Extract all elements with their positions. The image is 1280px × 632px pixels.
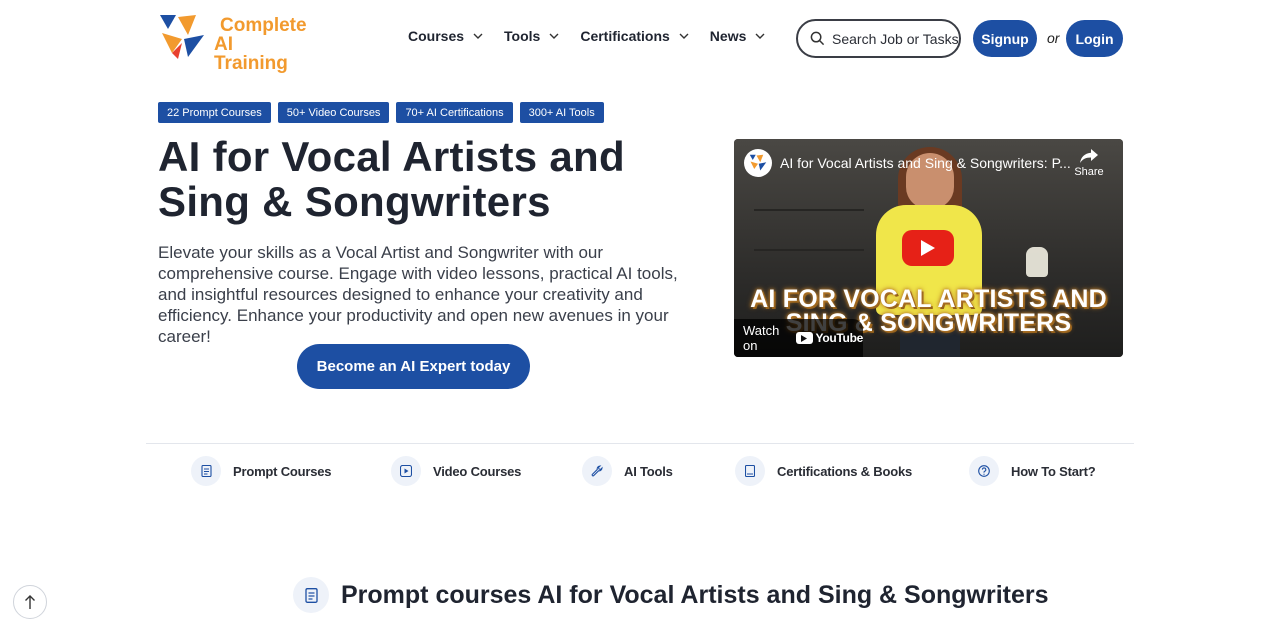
badge-prompt-courses[interactable]: 22 Prompt Courses — [158, 102, 271, 123]
quick-link-label: How To Start? — [1011, 463, 1096, 479]
hero-description: Elevate your skills as a Vocal Artist an… — [158, 243, 678, 346]
logo-mark-icon — [160, 15, 204, 59]
chevron-down-icon — [549, 33, 559, 39]
watch-on-youtube[interactable]: Watch on YouTube — [734, 319, 863, 357]
page-title: AI for Vocal Artists and Sing & Songwrit… — [158, 133, 625, 225]
video-title[interactable]: AI for Vocal Artists and Sing & Songwrit… — [780, 155, 1080, 171]
search-input[interactable]: Search Job or Tasks — [796, 19, 961, 58]
quick-link-label: Prompt Courses — [233, 463, 332, 479]
quick-link-label: Certifications & Books — [777, 463, 913, 479]
search-placeholder: Search Job or Tasks — [832, 30, 959, 47]
login-button[interactable]: Login — [1066, 20, 1123, 57]
quick-link-prompt-courses[interactable]: Prompt Courses — [191, 456, 332, 486]
question-icon — [969, 456, 999, 486]
logo[interactable]: Complete AI Training — [158, 13, 308, 73]
youtube-wordmark: YouTube — [815, 331, 864, 345]
thumbnail-lamp — [1026, 247, 1048, 277]
nav-news[interactable]: News — [710, 28, 767, 44]
or-text: or — [1047, 30, 1060, 46]
youtube-play-icon — [795, 332, 813, 344]
badge-video-courses[interactable]: 50+ Video Courses — [277, 102, 390, 123]
youtube-logo: YouTube — [795, 331, 864, 345]
section-heading: Prompt courses AI for Vocal Artists and … — [293, 577, 1049, 613]
play-icon — [391, 456, 421, 486]
chevron-down-icon — [473, 33, 483, 39]
scroll-to-top-button[interactable] — [13, 585, 47, 619]
become-expert-button[interactable]: Become an AI Expert today — [297, 344, 530, 389]
quick-link-video-courses[interactable]: Video Courses — [391, 456, 521, 486]
chevron-down-icon — [679, 33, 689, 39]
channel-logo-icon — [749, 154, 767, 171]
nav-courses[interactable]: Courses — [408, 28, 484, 44]
nav-courses-label: Courses — [408, 28, 465, 44]
badge-ai-tools[interactable]: 300+ AI Tools — [519, 102, 604, 123]
document-icon — [191, 456, 221, 486]
video-embed[interactable]: AI for Vocal Artists and Sing & Songwrit… — [734, 139, 1123, 357]
share-icon — [1080, 149, 1098, 163]
play-button[interactable] — [902, 230, 954, 266]
site-header: Complete AI Training Courses Tools Certi… — [0, 0, 1280, 80]
channel-avatar[interactable] — [744, 149, 772, 177]
watch-on-label: Watch on — [743, 323, 780, 353]
quick-link-ai-tools[interactable]: AI Tools — [582, 456, 673, 486]
nav-certifications-label: Certifications — [580, 28, 670, 44]
nav-certifications[interactable]: Certifications — [580, 28, 689, 44]
signup-button[interactable]: Signup — [973, 20, 1037, 57]
quick-link-label: Video Courses — [433, 463, 522, 479]
document-icon — [293, 577, 329, 613]
nav-tools-label: Tools — [504, 28, 541, 44]
nav-tools[interactable]: Tools — [504, 28, 560, 44]
arrow-up-icon — [25, 595, 35, 609]
quick-link-how-to-start[interactable]: How To Start? — [969, 456, 1096, 486]
stats-badges: 22 Prompt Courses 50+ Video Courses 70+ … — [158, 102, 604, 123]
quick-link-label: AI Tools — [624, 463, 673, 479]
logo-line2: AI Training — [214, 34, 288, 74]
play-icon — [921, 240, 935, 256]
logo-line1: Complete — [220, 15, 307, 36]
badge-certifications[interactable]: 70+ AI Certifications — [396, 102, 513, 123]
logo-text: Complete AI Training — [214, 16, 308, 73]
thumbnail-shelf-board — [754, 249, 864, 251]
thumbnail-caption-line1: AI FOR VOCAL ARTISTS AND — [750, 285, 1107, 313]
search-icon — [810, 31, 825, 46]
section-title: Prompt courses AI for Vocal Artists and … — [341, 580, 1049, 609]
share-label: Share — [1074, 166, 1104, 178]
wrench-icon — [582, 456, 612, 486]
chevron-down-icon — [755, 33, 765, 39]
main-nav: Courses Tools Certifications News — [408, 28, 786, 44]
nav-news-label: News — [709, 28, 747, 44]
share-button[interactable]: Share — [1072, 149, 1106, 178]
section-divider — [146, 443, 1134, 444]
quick-link-certifications-books[interactable]: Certifications & Books — [735, 456, 912, 486]
book-icon — [735, 456, 765, 486]
